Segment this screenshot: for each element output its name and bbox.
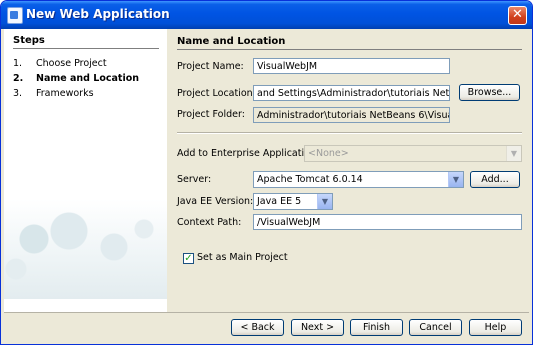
step-number: 2. — [13, 73, 24, 84]
main-project-checkbox[interactable]: ✓ — [183, 253, 194, 264]
separator — [177, 132, 522, 134]
step-number: 1. — [13, 58, 23, 69]
title-bar[interactable]: New Web Application ✕ — [1, 1, 532, 29]
server-select[interactable]: Apache Tomcat 6.0.14 ▼ — [253, 171, 464, 188]
project-name-label: Project Name: — [177, 61, 244, 72]
browse-button[interactable]: Browse... — [459, 84, 520, 101]
enterprise-app-label: Add to Enterprise Application: — [177, 148, 320, 159]
chevron-down-icon[interactable]: ▼ — [448, 172, 463, 187]
step-frameworks: 3. Frameworks — [13, 88, 94, 99]
step-choose-project: 1. Choose Project — [13, 58, 107, 69]
java-ee-version-select[interactable]: Java EE 5 ▼ — [253, 193, 333, 210]
steps-title: Steps — [13, 35, 45, 46]
server-label: Server: — [177, 174, 212, 185]
close-button[interactable]: ✕ — [508, 6, 527, 25]
help-button[interactable]: Help — [469, 319, 522, 336]
main-project-label[interactable]: Set as Main Project — [197, 252, 288, 263]
step-number: 3. — [13, 88, 23, 99]
window-title: New Web Application — [26, 7, 170, 21]
steps-panel: Steps 1. Choose Project 2. Name and Locati… — [4, 29, 167, 299]
finish-button[interactable]: Finish — [350, 319, 403, 336]
cancel-button[interactable]: Cancel — [409, 319, 462, 336]
netbeans-app-icon — [7, 7, 23, 24]
step-label: Frameworks — [36, 88, 94, 99]
step-label: Name and Location — [36, 73, 140, 84]
chevron-down-icon: ▼ — [506, 146, 521, 161]
step-name-and-location: 2. Name and Location — [13, 73, 139, 84]
section-divider — [177, 49, 522, 50]
steps-divider — [13, 48, 159, 49]
project-name-input[interactable]: VisualWebJM — [253, 58, 450, 74]
project-folder-field: Administrador\tutoriais NetBeans 6\Visua… — [253, 107, 450, 123]
name-location-panel: Name and Location Project Name: VisualWe… — [167, 29, 529, 312]
java-ee-version-value: Java EE 5 — [257, 196, 302, 207]
back-button[interactable]: < Back — [231, 319, 284, 336]
server-value: Apache Tomcat 6.0.14 — [257, 174, 363, 185]
button-bar: < Back Next > Finish Cancel Help — [4, 312, 529, 344]
enterprise-app-select: <None> ▼ — [304, 145, 522, 162]
project-folder-label: Project Folder: — [177, 109, 245, 120]
step-label: Choose Project — [36, 58, 107, 69]
decorative-bubbles-image — [4, 199, 167, 299]
context-path-input[interactable]: /VisualWebJM — [253, 214, 522, 230]
enterprise-app-value: <None> — [308, 148, 349, 159]
new-web-application-dialog: New Web Application ✕ Steps 1. Choose Pro… — [0, 0, 533, 345]
next-button[interactable]: Next > — [291, 319, 344, 336]
add-server-button[interactable]: Add... — [470, 171, 520, 188]
project-location-input[interactable]: and Settings\Administrador\tutoriais Net… — [253, 85, 450, 101]
project-location-label: Project Location: — [177, 88, 256, 99]
chevron-down-icon[interactable]: ▼ — [317, 194, 332, 209]
java-ee-version-label: Java EE Version: — [177, 196, 254, 207]
section-title: Name and Location — [177, 36, 286, 47]
dialog-content: Steps 1. Choose Project 2. Name and Locati… — [4, 29, 529, 312]
context-path-label: Context Path: — [177, 217, 242, 228]
